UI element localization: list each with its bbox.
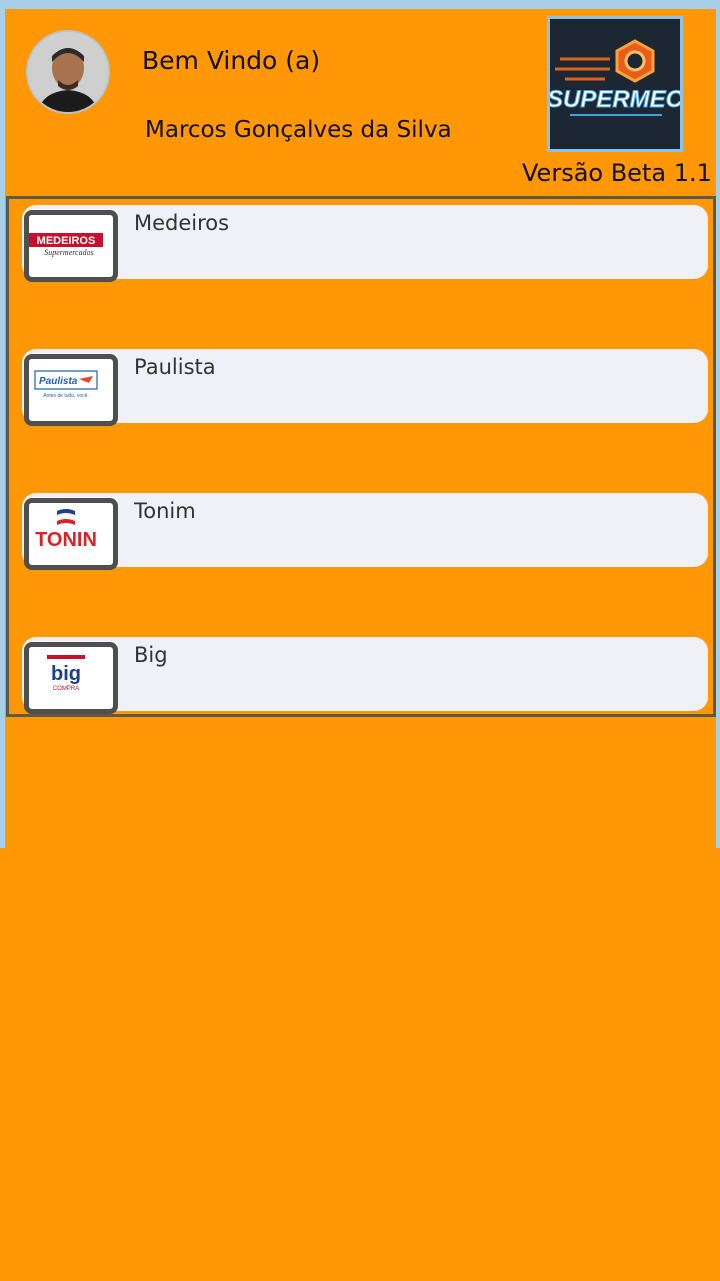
store-card-paulista[interactable]: Paulista Antes de tudo, você. Paulista <box>22 349 708 426</box>
store-card-tonim[interactable]: TONIN Tonim <box>22 493 708 570</box>
user-name: Marcos Gonçalves da Silva <box>145 117 452 143</box>
store-logo-paulista: Paulista Antes de tudo, você. <box>24 354 118 426</box>
svg-text:big: big <box>51 663 81 685</box>
svg-text:MEDEIROS: MEDEIROS <box>37 235 96 247</box>
store-name: Tonim <box>134 499 196 523</box>
store-card-medeiros[interactable]: MEDEIROS Supermercados Medeiros <box>22 205 708 282</box>
version-label: Versão Beta 1.1 <box>522 159 712 187</box>
welcome-text: Bem Vindo (a) <box>142 46 321 75</box>
supermec-logo-icon: SUPERMEC <box>550 19 680 149</box>
store-logo-tonim: TONIN <box>24 498 118 570</box>
svg-text:TONIN: TONIN <box>35 529 97 551</box>
avatar[interactable] <box>26 30 110 114</box>
supermec-logo: SUPERMEC <box>547 16 683 152</box>
store-logo-medeiros: MEDEIROS Supermercados <box>24 210 118 282</box>
svg-text:Antes de tudo, você.: Antes de tudo, você. <box>43 393 89 399</box>
store-name: Big <box>134 643 168 667</box>
logo-text: SUPERMEC <box>550 86 680 113</box>
medeiros-logo-icon: MEDEIROS Supermercados <box>29 215 103 267</box>
big-logo-icon: big COMPRA <box>29 647 103 699</box>
svg-text:Paulista: Paulista <box>39 376 78 387</box>
store-list[interactable]: MEDEIROS Supermercados Medeiros Paulista… <box>6 196 716 717</box>
svg-text:COMPRA: COMPRA <box>53 686 79 692</box>
store-logo-big: big COMPRA <box>24 642 118 714</box>
tonin-logo-icon: TONIN <box>29 503 103 555</box>
paulista-logo-icon: Paulista Antes de tudo, você. <box>29 359 103 411</box>
store-card-big[interactable]: big COMPRA Big <box>22 637 708 714</box>
store-name: Medeiros <box>134 211 230 235</box>
store-name: Paulista <box>134 355 216 379</box>
svg-text:Supermercados: Supermercados <box>44 248 93 257</box>
user-photo <box>28 32 108 112</box>
